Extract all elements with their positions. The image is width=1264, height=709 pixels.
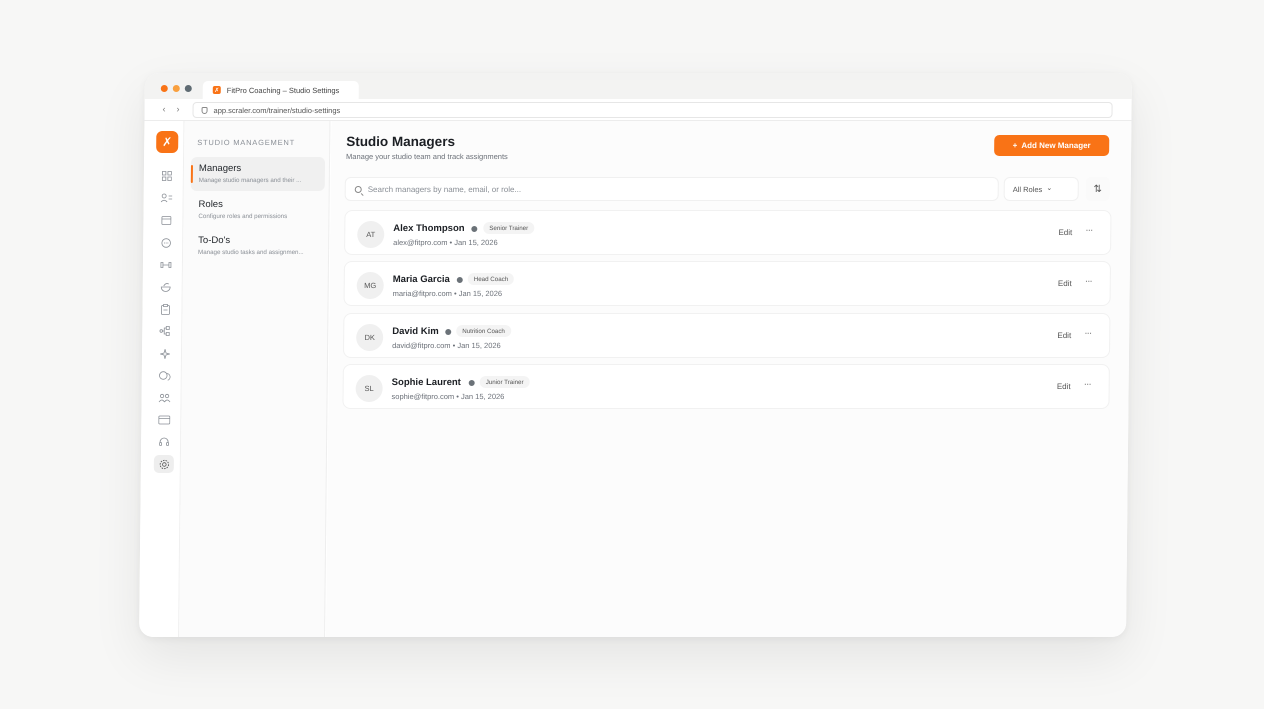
window-controls [160,85,192,92]
role-badge: Senior Trainer [483,222,535,234]
more-options-icon[interactable]: ··· [1085,276,1092,287]
address-bar: ‹ › app.scraler.com/trainer/studio-setti… [144,99,1132,121]
manager-meta: alex@fitpro.com • Jan 15, 2026 [393,238,498,247]
icon-rail: ✗ [139,121,185,637]
add-button-label: Add New Manager [1021,141,1091,150]
back-button[interactable]: ‹ [163,104,166,114]
support-icon[interactable] [154,433,174,451]
community-icon[interactable] [155,367,175,385]
browser-window: ✗ FitPro Coaching – Studio Settings ‹ › … [139,73,1132,637]
minimize-window-button[interactable] [172,85,180,92]
manager-name: Maria Garcia [392,274,450,285]
clients-icon[interactable] [157,189,177,207]
main-content: Studio Managers Manage your studio team … [326,121,1132,637]
page-subtitle: Manage your studio team and track assign… [346,152,508,161]
programs-icon[interactable] [155,300,175,318]
status-dot-icon [468,380,475,386]
search-bar[interactable] [344,177,999,201]
subnav-item-roles[interactable]: Roles Configure roles and permissions [190,193,324,227]
app-logo-icon[interactable]: ✗ [156,131,179,153]
edit-button[interactable]: Edit [1057,331,1071,340]
subnav-item-desc: Configure roles and permissions [198,213,288,220]
more-options-icon[interactable]: ··· [1084,379,1091,390]
team-icon[interactable] [154,389,174,407]
manager-meta: david@fitpro.com • Jan 15, 2026 [392,341,501,350]
edit-button[interactable]: Edit [1058,228,1072,237]
nutrition-icon[interactable] [156,278,176,296]
edit-button[interactable]: Edit [1058,279,1072,288]
url-text: app.scraler.com/trainer/studio-settings [213,105,341,115]
manager-name: Sophie Laurent [391,377,461,388]
sort-button[interactable]: ⇅ [1085,177,1110,201]
plus-icon: + [1012,141,1018,150]
manager-row[interactable]: SL Sophie Laurent Junior Trainer sophie@… [342,364,1110,409]
avatar: SL [355,375,383,402]
forward-button[interactable]: › [177,104,180,114]
manager-name: David Kim [392,326,439,337]
search-input[interactable] [367,184,968,194]
tab-title: FitPro Coaching – Studio Settings [226,85,340,95]
page-title: Studio Managers [346,134,456,149]
ai-sparkle-icon[interactable] [155,345,175,363]
browser-tab[interactable]: ✗ FitPro Coaching – Studio Settings [202,81,359,99]
subnav-item-title: To-Do's [198,235,231,246]
more-options-icon[interactable]: ··· [1085,225,1092,236]
subnav-item-title: Roles [198,199,223,210]
avatar: MG [356,272,384,299]
settings-icon[interactable] [153,455,174,473]
subnav-item-todos[interactable]: To-Do's Manage studio tasks and assignme… [190,229,324,263]
status-dot-icon [445,329,452,335]
subnav-item-title: Managers [198,163,242,174]
roles-filter-value: All Roles [1012,184,1043,194]
fitpro-logo-icon: ✗ [212,86,221,94]
dashboard-icon[interactable] [157,167,177,185]
manager-meta: maria@fitpro.com • Jan 15, 2026 [392,289,503,298]
maximize-window-button[interactable] [184,85,192,92]
role-badge: Junior Trainer [479,376,530,388]
tab-bar: ✗ FitPro Coaching – Studio Settings [144,73,1132,99]
manager-row[interactable]: DK David Kim Nutrition Coach david@fitpr… [342,313,1111,358]
close-window-button[interactable] [160,85,168,92]
subnav-section-title: STUDIO MANAGEMENT [197,138,296,147]
billing-icon[interactable] [154,411,174,429]
search-icon [354,185,362,193]
subnav-item-desc: Manage studio tasks and assignmen... [198,249,304,256]
role-badge: Nutrition Coach [456,325,511,337]
subnav-item-desc: Manage studio managers and their ... [198,177,302,184]
subnav-item-managers[interactable]: Managers Manage studio managers and thei… [190,157,326,191]
status-dot-icon [471,226,478,232]
manager-row[interactable]: AT Alex Thompson Senior Trainer alex@fit… [344,210,1112,255]
shield-icon [201,106,208,114]
more-options-icon[interactable]: ··· [1084,328,1091,339]
role-badge: Head Coach [467,273,515,285]
roles-filter-select[interactable]: All Roles ⌄ [1003,177,1079,201]
add-new-manager-button[interactable]: + Add New Manager [994,135,1110,156]
messages-icon[interactable] [156,234,176,252]
url-field[interactable]: app.scraler.com/trainer/studio-settings [192,102,1113,118]
manager-meta: sophie@fitpro.com • Jan 15, 2026 [391,392,505,401]
sort-icon: ⇅ [1093,183,1102,195]
avatar: AT [357,221,385,248]
calendar-icon[interactable] [156,211,176,229]
workouts-icon[interactable] [156,256,176,274]
status-dot-icon [456,277,463,283]
avatar: DK [356,324,384,351]
edit-button[interactable]: Edit [1057,382,1071,391]
chevron-down-icon: ⌄ [1046,184,1053,192]
studio-management-nav: STUDIO MANAGEMENT Managers Manage studio… [179,121,331,637]
automations-icon[interactable] [155,322,175,340]
manager-name: Alex Thompson [393,223,465,234]
manager-row[interactable]: MG Maria Garcia Head Coach maria@fitpro.… [343,261,1111,306]
active-indicator [190,165,193,183]
